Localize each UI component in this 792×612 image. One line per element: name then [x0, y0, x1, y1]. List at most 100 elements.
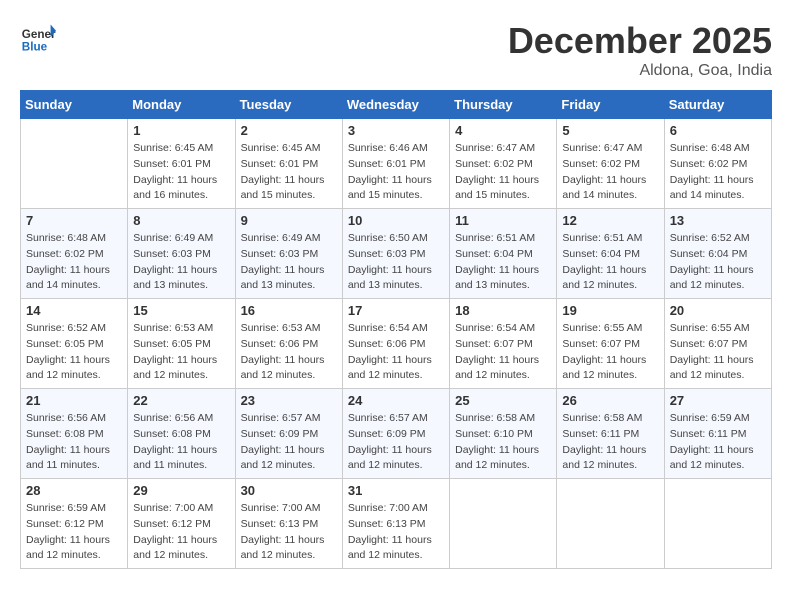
day-info: Sunrise: 6:45 AM Sunset: 6:01 PM Dayligh… — [241, 141, 337, 204]
calendar-cell: 25Sunrise: 6:58 AM Sunset: 6:10 PM Dayli… — [450, 389, 557, 479]
day-number: 30 — [241, 483, 337, 498]
day-info: Sunrise: 6:52 AM Sunset: 6:05 PM Dayligh… — [26, 321, 122, 384]
day-info: Sunrise: 6:59 AM Sunset: 6:11 PM Dayligh… — [670, 411, 766, 474]
calendar-week-row: 28 Sunrise: 6:59 AM Sunset: 6:12 PM Dayli… — [21, 479, 772, 569]
day-number: 1 — [133, 123, 229, 138]
day-number: 28 — [26, 483, 122, 498]
day-number: 4 — [455, 123, 551, 138]
calendar-cell: 2 Sunrise: 6:45 AM Sunset: 6:01 PM Daylig… — [235, 119, 342, 209]
day-info: Sunrise: 6:52 AM Sunset: 6:04 PM Dayligh… — [670, 231, 766, 294]
calendar-week-row: 21 Sunrise: 6:56 AM Sunset: 6:08 PM Dayli… — [21, 389, 772, 479]
calendar-cell: 3Sunrise: 6:46 AM Sunset: 6:01 PM Daylig… — [342, 119, 449, 209]
weekday-header: Saturday — [664, 91, 771, 119]
day-number: 31 — [348, 483, 444, 498]
day-number: 23 — [241, 393, 337, 408]
weekday-header: Tuesday — [235, 91, 342, 119]
day-info: Sunrise: 6:48 AM Sunset: 6:02 PM Dayligh… — [670, 141, 766, 204]
day-number: 3 — [348, 123, 444, 138]
weekday-header: Friday — [557, 91, 664, 119]
day-info: Sunrise: 6:58 AM Sunset: 6:11 PM Dayligh… — [562, 411, 658, 474]
day-number: 11 — [455, 213, 551, 228]
calendar-cell — [21, 119, 128, 209]
day-info: Sunrise: 6:55 AM Sunset: 6:07 PM Dayligh… — [670, 321, 766, 384]
calendar-table: SundayMondayTuesdayWednesdayThursdayFrid… — [20, 90, 772, 569]
day-number: 12 — [562, 213, 658, 228]
day-info: Sunrise: 6:51 AM Sunset: 6:04 PM Dayligh… — [455, 231, 551, 294]
location: Aldona, Goa, India — [508, 62, 772, 80]
weekday-header: Sunday — [21, 91, 128, 119]
calendar-cell: 30 Sunrise: 7:00 AM Sunset: 6:13 PM Dayli… — [235, 479, 342, 569]
logo: General Blue — [20, 20, 60, 56]
calendar-cell: 15 Sunrise: 6:53 AM Sunset: 6:05 PM Dayli… — [128, 299, 235, 389]
day-number: 16 — [241, 303, 337, 318]
day-number: 18 — [455, 303, 551, 318]
title-area: December 2025 Aldona, Goa, India — [508, 20, 772, 80]
day-number: 2 — [241, 123, 337, 138]
day-info: Sunrise: 6:49 AM Sunset: 6:03 PM Dayligh… — [241, 231, 337, 294]
weekday-header-row: SundayMondayTuesdayWednesdayThursdayFrid… — [21, 91, 772, 119]
day-info: Sunrise: 6:57 AM Sunset: 6:09 PM Dayligh… — [348, 411, 444, 474]
calendar-cell — [450, 479, 557, 569]
calendar-cell: 18 Sunrise: 6:54 AM Sunset: 6:07 PM Dayli… — [450, 299, 557, 389]
calendar-cell: 12 Sunrise: 6:51 AM Sunset: 6:04 PM Dayli… — [557, 209, 664, 299]
day-number: 21 — [26, 393, 122, 408]
calendar-cell: 19 Sunrise: 6:55 AM Sunset: 6:07 PM Dayli… — [557, 299, 664, 389]
calendar-cell: 21Sunrise: 6:56 AM Sunset: 6:08 PM Dayli… — [21, 389, 128, 479]
weekday-header: Wednesday — [342, 91, 449, 119]
calendar-week-row: 14 Sunrise: 6:52 AM Sunset: 6:05 PM Dayli… — [21, 299, 772, 389]
calendar-cell: 13 Sunrise: 6:52 AM Sunset: 6:04 PM Dayli… — [664, 209, 771, 299]
day-info: Sunrise: 6:59 AM Sunset: 6:12 PM Dayligh… — [26, 501, 122, 564]
calendar-week-row: 1 Sunrise: 6:45 AM Sunset: 6:01 PM Daylig… — [21, 119, 772, 209]
day-info: Sunrise: 6:47 AM Sunset: 6:02 PM Dayligh… — [455, 141, 551, 204]
day-number: 14 — [26, 303, 122, 318]
day-info: Sunrise: 6:56 AM Sunset: 6:08 PM Dayligh… — [133, 411, 229, 474]
month-title: December 2025 — [508, 20, 772, 62]
day-info: Sunrise: 6:54 AM Sunset: 6:06 PM Dayligh… — [348, 321, 444, 384]
day-info: Sunrise: 6:48 AM Sunset: 6:02 PM Dayligh… — [26, 231, 122, 294]
calendar-cell: 14 Sunrise: 6:52 AM Sunset: 6:05 PM Dayli… — [21, 299, 128, 389]
day-number: 13 — [670, 213, 766, 228]
day-number: 27 — [670, 393, 766, 408]
day-info: Sunrise: 6:58 AM Sunset: 6:10 PM Dayligh… — [455, 411, 551, 474]
day-info: Sunrise: 7:00 AM Sunset: 6:13 PM Dayligh… — [348, 501, 444, 564]
calendar-cell: 11 Sunrise: 6:51 AM Sunset: 6:04 PM Dayli… — [450, 209, 557, 299]
day-info: Sunrise: 6:54 AM Sunset: 6:07 PM Dayligh… — [455, 321, 551, 384]
day-number: 29 — [133, 483, 229, 498]
day-info: Sunrise: 6:55 AM Sunset: 6:07 PM Dayligh… — [562, 321, 658, 384]
day-number: 24 — [348, 393, 444, 408]
page-header: General Blue December 2025 Aldona, Goa, … — [20, 20, 772, 80]
day-number: 26 — [562, 393, 658, 408]
day-info: Sunrise: 6:53 AM Sunset: 6:05 PM Dayligh… — [133, 321, 229, 384]
day-number: 9 — [241, 213, 337, 228]
day-number: 17 — [348, 303, 444, 318]
logo-icon: General Blue — [20, 20, 56, 56]
weekday-header: Thursday — [450, 91, 557, 119]
day-number: 22 — [133, 393, 229, 408]
day-info: Sunrise: 6:53 AM Sunset: 6:06 PM Dayligh… — [241, 321, 337, 384]
calendar-cell: 20 Sunrise: 6:55 AM Sunset: 6:07 PM Dayli… — [664, 299, 771, 389]
calendar-cell: 8 Sunrise: 6:49 AM Sunset: 6:03 PM Daylig… — [128, 209, 235, 299]
calendar-cell: 27 Sunrise: 6:59 AM Sunset: 6:11 PM Dayli… — [664, 389, 771, 479]
day-number: 19 — [562, 303, 658, 318]
calendar-cell: 7 Sunrise: 6:48 AM Sunset: 6:02 PM Daylig… — [21, 209, 128, 299]
day-info: Sunrise: 6:49 AM Sunset: 6:03 PM Dayligh… — [133, 231, 229, 294]
day-info: Sunrise: 6:50 AM Sunset: 6:03 PM Dayligh… — [348, 231, 444, 294]
calendar-cell: 6Sunrise: 6:48 AM Sunset: 6:02 PM Daylig… — [664, 119, 771, 209]
day-number: 8 — [133, 213, 229, 228]
day-info: Sunrise: 6:45 AM Sunset: 6:01 PM Dayligh… — [133, 141, 229, 204]
calendar-cell: 24 Sunrise: 6:57 AM Sunset: 6:09 PM Dayli… — [342, 389, 449, 479]
calendar-cell: 29 Sunrise: 7:00 AM Sunset: 6:12 PM Dayli… — [128, 479, 235, 569]
calendar-cell — [557, 479, 664, 569]
calendar-cell: 5Sunrise: 6:47 AM Sunset: 6:02 PM Daylig… — [557, 119, 664, 209]
day-number: 10 — [348, 213, 444, 228]
day-number: 20 — [670, 303, 766, 318]
calendar-cell: 16 Sunrise: 6:53 AM Sunset: 6:06 PM Dayli… — [235, 299, 342, 389]
calendar-cell: 10 Sunrise: 6:50 AM Sunset: 6:03 PM Dayli… — [342, 209, 449, 299]
calendar-cell: 1 Sunrise: 6:45 AM Sunset: 6:01 PM Daylig… — [128, 119, 235, 209]
day-info: Sunrise: 7:00 AM Sunset: 6:13 PM Dayligh… — [241, 501, 337, 564]
day-info: Sunrise: 6:51 AM Sunset: 6:04 PM Dayligh… — [562, 231, 658, 294]
day-number: 7 — [26, 213, 122, 228]
day-info: Sunrise: 7:00 AM Sunset: 6:12 PM Dayligh… — [133, 501, 229, 564]
day-info: Sunrise: 6:57 AM Sunset: 6:09 PM Dayligh… — [241, 411, 337, 474]
day-number: 15 — [133, 303, 229, 318]
